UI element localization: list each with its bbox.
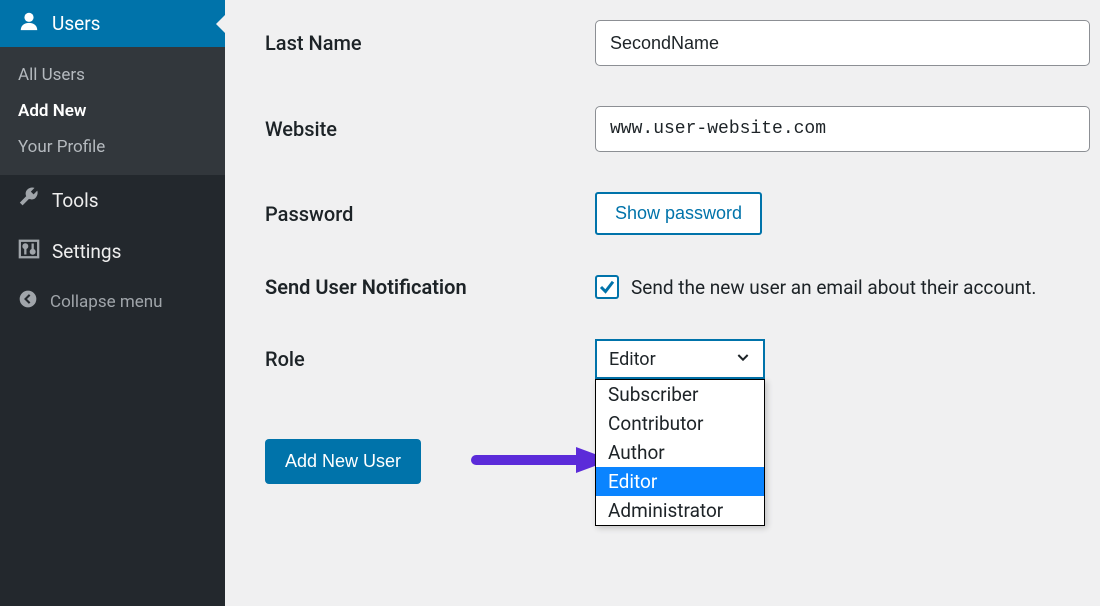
collapse-icon [18,289,38,314]
sidebar-item-tools[interactable]: Tools [0,175,225,226]
arrow-annotation-icon [471,445,611,479]
row-role: Role Editor Subscriber Contributor Autho… [265,339,1100,379]
sidebar-submenu: All Users Add New Your Profile [0,47,225,175]
role-option-contributor[interactable]: Contributor [596,409,764,438]
main-content: Last Name Website Password Show password… [225,0,1100,606]
role-option-editor[interactable]: Editor [596,467,764,496]
row-last-name: Last Name [265,20,1100,66]
input-last-name[interactable] [595,20,1090,66]
row-notification: Send User Notification Send the new user… [265,275,1100,299]
role-option-administrator[interactable]: Administrator [596,496,764,525]
notification-checkbox-label: Send the new user an email about their a… [631,276,1036,299]
role-option-subscriber[interactable]: Subscriber [596,380,764,409]
input-website[interactable] [595,106,1090,152]
row-website: Website [265,106,1100,152]
sliders-icon [18,238,40,265]
add-new-user-button[interactable]: Add New User [265,439,421,484]
role-select[interactable]: Editor [595,339,765,379]
label-role: Role [265,347,595,371]
role-option-author[interactable]: Author [596,438,764,467]
collapse-menu[interactable]: Collapse menu [0,277,225,326]
chevron-down-icon [735,349,751,370]
wrench-icon [18,187,40,214]
sidebar-item-label: Settings [52,240,121,263]
row-password: Password Show password [265,192,1100,235]
sidebar-item-settings[interactable]: Settings [0,226,225,277]
label-notification: Send User Notification [265,275,595,299]
role-selected-value: Editor [609,349,656,370]
role-select-wrap: Editor Subscriber Contributor Author Edi… [595,339,765,379]
check-icon [598,278,616,296]
role-dropdown: Subscriber Contributor Author Editor Adm… [595,379,765,526]
submenu-your-profile[interactable]: Your Profile [0,129,225,165]
collapse-label: Collapse menu [50,292,163,312]
user-icon [18,10,40,37]
sidebar-item-label: Tools [52,189,99,212]
sidebar-item-label: Users [52,12,100,35]
sidebar-item-users[interactable]: Users [0,0,225,47]
label-password: Password [265,202,595,226]
show-password-button[interactable]: Show password [595,192,762,235]
submenu-all-users[interactable]: All Users [0,57,225,93]
label-last-name: Last Name [265,31,595,55]
notification-checkbox[interactable] [595,275,619,299]
admin-sidebar: Users All Users Add New Your Profile Too… [0,0,225,606]
notification-control: Send the new user an email about their a… [595,275,1036,299]
submenu-add-new[interactable]: Add New [0,93,225,129]
label-website: Website [265,117,595,141]
